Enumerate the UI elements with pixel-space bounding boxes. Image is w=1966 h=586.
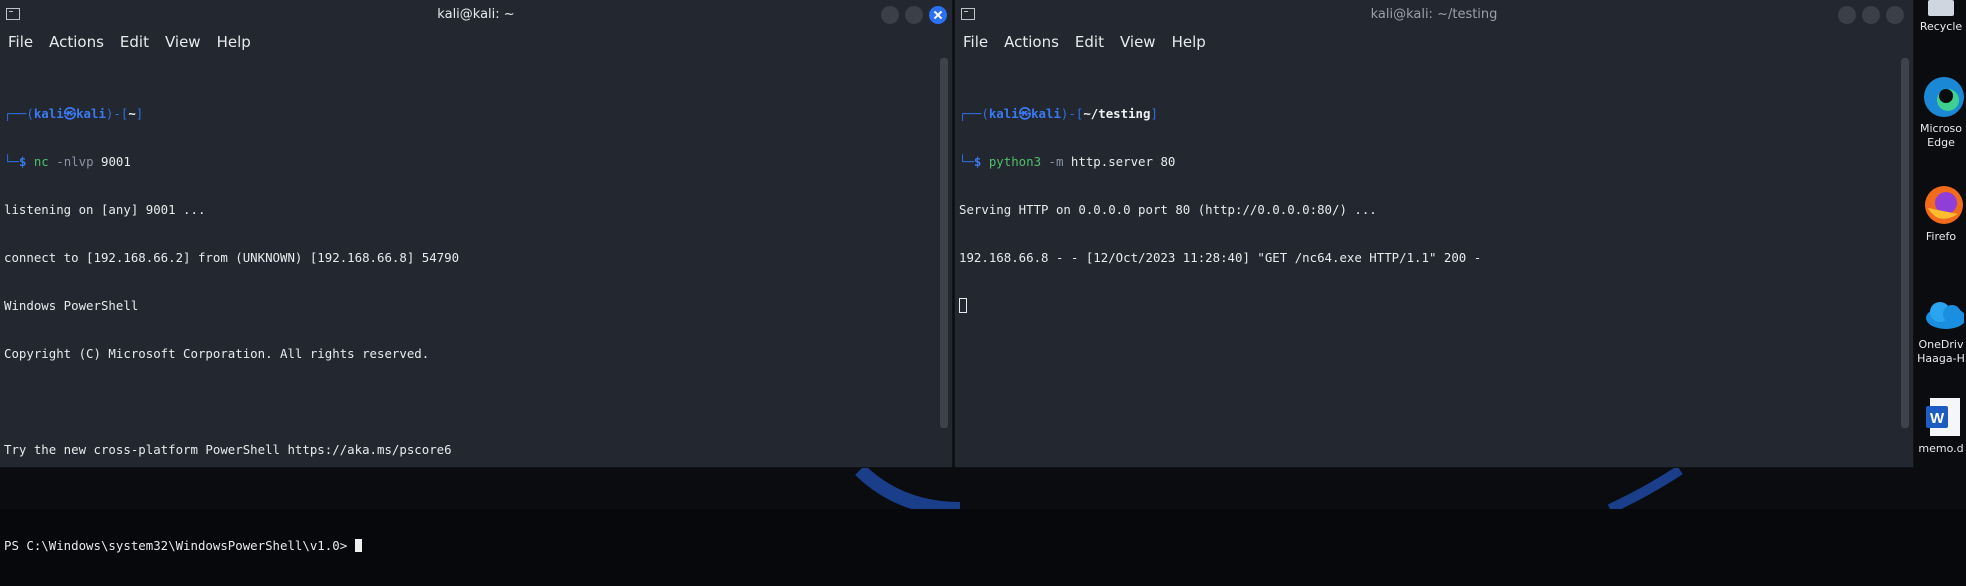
text-cursor [354, 539, 362, 552]
output-line: 192.168.66.8 - - [12/Oct/2023 11:28:40] … [959, 250, 1482, 265]
output-line: listening on [any] 9001 ... [4, 202, 206, 217]
output-line: Copyright (C) Microsoft Corporation. All… [4, 346, 430, 361]
desktop-icon-recycle-bin[interactable]: Recycle [1916, 0, 1966, 34]
output-line: Try the new cross-platform PowerShell ht… [4, 442, 452, 457]
menu-file[interactable]: File [955, 30, 996, 56]
powershell-prompt-line: PS C:\Windows\system32\WindowsPowerShell… [4, 538, 932, 554]
svg-text:W: W [1930, 410, 1945, 427]
desktop-icon-label: OneDriv Haaga-H [1917, 338, 1965, 365]
menu-edit[interactable]: Edit [112, 30, 157, 56]
menu-file[interactable]: File [0, 30, 41, 56]
minimize-button[interactable] [1838, 6, 1856, 24]
terminal-window-left[interactable]: kali@kali: ~ File Actions Edit View Help… [0, 0, 952, 553]
cursor-line [959, 298, 1893, 314]
output-line: Serving HTTP on 0.0.0.0 port 80 (http://… [959, 202, 1377, 217]
window-title: kali@kali: ~/testing [1370, 7, 1498, 22]
edge-icon [1918, 74, 1964, 120]
desktop-icon-label: Microso Edge [1919, 122, 1963, 149]
close-button[interactable] [1886, 6, 1904, 24]
menu-actions[interactable]: Actions [41, 30, 112, 56]
recycle-bin-icon [1918, 0, 1964, 18]
maximize-button[interactable] [905, 6, 923, 24]
desktop-icon-label: Firefo [1925, 230, 1957, 243]
desktop-icon-label: Recycle [1919, 20, 1963, 33]
menu-actions[interactable]: Actions [996, 30, 1067, 56]
menu-view[interactable]: View [1112, 30, 1164, 56]
menu-edit[interactable]: Edit [1067, 30, 1112, 56]
word-doc-icon: W [1918, 394, 1964, 440]
terminal-output[interactable]: ┌──(kali㉿kali)-[~] └─$ nc -nlvp 9001 lis… [4, 74, 932, 586]
output-line: Windows PowerShell [4, 298, 139, 313]
menu-view[interactable]: View [157, 30, 209, 56]
menu-bar: File Actions Edit View Help [0, 30, 952, 56]
output-line: connect to [192.168.66.2] from (UNKNOWN)… [4, 250, 460, 265]
menu-bar: File Actions Edit View Help [955, 30, 1913, 56]
scrollbar[interactable] [1901, 58, 1909, 428]
prompt-line: ┌──(kali㉿kali)-[~] [4, 106, 144, 121]
firefox-icon [1918, 182, 1964, 228]
desktop-icon-memo-doc[interactable]: W memo.d [1916, 394, 1966, 456]
powershell-prompt: PS C:\Windows\system32\WindowsPowerShell… [4, 538, 355, 553]
menu-help[interactable]: Help [209, 30, 259, 56]
minimize-button[interactable] [881, 6, 899, 24]
terminal-output[interactable]: ┌──(kali㉿kali)-[~/testing] └─$ python3 -… [959, 74, 1893, 346]
title-bar[interactable]: kali@kali: ~ [0, 0, 952, 30]
desktop-icon-label: memo.d [1918, 442, 1964, 455]
title-bar[interactable]: kali@kali: ~/testing [955, 0, 1913, 30]
scrollbar[interactable] [940, 58, 948, 428]
desktop-icon-edge[interactable]: Microso Edge [1916, 74, 1966, 150]
onedrive-icon [1918, 290, 1966, 336]
close-button[interactable] [929, 6, 947, 24]
maximize-button[interactable] [1862, 6, 1880, 24]
menu-help[interactable]: Help [1164, 30, 1214, 56]
window-title: kali@kali: ~ [437, 7, 515, 22]
command-line: └─$ nc -nlvp 9001 [4, 154, 131, 169]
prompt-line: ┌──(kali㉿kali)-[~/testing] [959, 106, 1158, 121]
text-cursor [959, 298, 967, 313]
desktop-icon-onedrive[interactable]: OneDriv Haaga-H [1916, 290, 1966, 366]
terminal-window-right[interactable]: kali@kali: ~/testing File Actions Edit V… [955, 0, 1913, 467]
command-line: └─$ python3 -m http.server 80 [959, 154, 1176, 169]
desktop-icon-firefox[interactable]: Firefo [1916, 182, 1966, 244]
